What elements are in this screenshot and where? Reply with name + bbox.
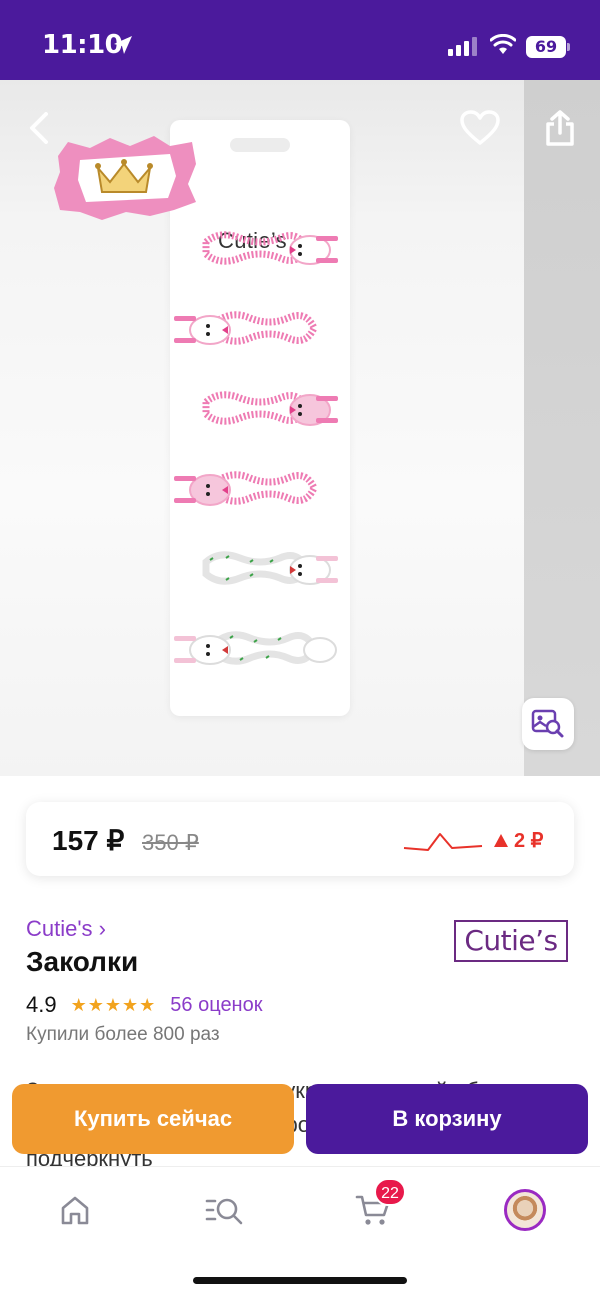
buy-now-button[interactable]: Купить сейчас — [12, 1084, 294, 1154]
home-indicator — [193, 1277, 407, 1284]
clip-5 — [202, 551, 338, 585]
avatar — [504, 1189, 546, 1231]
triangle-up-icon — [494, 834, 508, 847]
rating-value: 4.9 — [26, 992, 57, 1017]
home-icon — [61, 1196, 89, 1225]
wifi-icon — [490, 34, 516, 54]
tab-catalog[interactable] — [200, 1187, 250, 1233]
price-change-value: 2 ₽ — [514, 830, 544, 852]
price-history-sparkline — [403, 833, 483, 851]
catalog-search-icon — [205, 1198, 243, 1225]
purchase-count: Купили более 800 раз — [26, 1024, 220, 1045]
share-button[interactable] — [538, 106, 582, 150]
back-button[interactable] — [18, 106, 62, 150]
add-to-cart-button[interactable]: В корзину — [306, 1084, 588, 1154]
rating-row[interactable]: 4.9 ★★★★★ 56 оценок — [26, 992, 262, 1018]
tab-home[interactable] — [50, 1187, 100, 1233]
clip-3 — [202, 391, 338, 426]
clip-2 — [174, 311, 318, 345]
reviews-link[interactable]: 56 оценок — [170, 994, 262, 1017]
status-bar: 11:10 69 — [0, 0, 600, 80]
brand-logo[interactable]: Cutie’s — [454, 920, 568, 962]
rating-stars: ★★★★★ — [70, 994, 157, 1015]
clip-6 — [174, 631, 337, 665]
cart-count-badge: 22 — [374, 1178, 406, 1206]
image-search-button[interactable] — [522, 698, 574, 750]
cellular-signal-icon — [448, 37, 477, 56]
clip-1 — [202, 231, 338, 265]
favorite-button[interactable] — [458, 106, 502, 150]
chevron-left-icon — [30, 112, 48, 144]
price-card[interactable]: 157 ₽ 350 ₽ 2 ₽ — [26, 802, 574, 876]
battery-tip — [567, 43, 570, 51]
old-price: 350 ₽ — [142, 830, 199, 855]
battery-indicator: 69 — [526, 36, 566, 58]
image-search-icon — [531, 709, 564, 738]
hair-clips-image — [174, 231, 338, 665]
price-change: 2 ₽ — [494, 828, 543, 853]
brand-link[interactable]: Cutie's › — [26, 916, 106, 942]
heart-icon — [460, 110, 500, 145]
next-image-preview[interactable] — [524, 80, 600, 776]
crown-sticker-image — [54, 136, 196, 220]
tab-profile[interactable] — [500, 1187, 550, 1233]
location-arrow-icon — [114, 36, 132, 54]
current-price: 157 ₽ — [52, 825, 125, 856]
clip-4 — [174, 471, 318, 506]
share-icon — [546, 110, 574, 146]
product-title: Заколки — [26, 946, 139, 977]
status-time: 11:10 — [42, 30, 123, 60]
product-image-gallery[interactable]: Cutie’s — [0, 80, 600, 776]
card-hang-hole — [230, 138, 290, 152]
